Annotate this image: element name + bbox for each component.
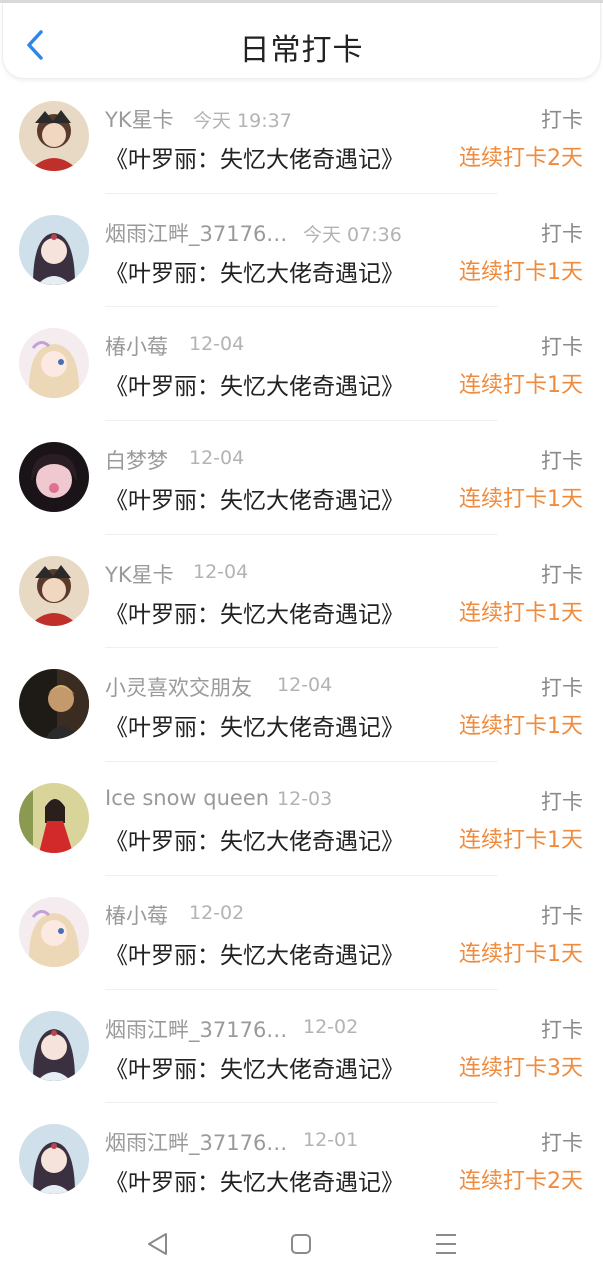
streak-count: 连续打卡1天: [459, 941, 583, 967]
streak-count: 连续打卡1天: [459, 487, 583, 513]
timestamp: 今天 07:36: [303, 223, 402, 246]
list-item[interactable]: Ice snow queen 12-03 打卡 《叶罗丽：失忆大佬奇遇记》 连续…: [0, 762, 603, 876]
checkin-label: 打卡: [541, 1017, 583, 1042]
timestamp: 12-03: [277, 788, 333, 811]
timestamp: 12-04: [189, 333, 245, 356]
checkin-list: YK星卡 今天 19:37 打卡 《叶罗丽：失忆大佬奇遇记》 连续打卡2天 烟雨…: [0, 80, 603, 1217]
user-name[interactable]: Ice snow queen: [105, 786, 269, 810]
book-title[interactable]: 《叶罗丽：失忆大佬奇遇记》: [105, 1050, 404, 1084]
list-item[interactable]: 烟雨江畔_37176… 12-02 打卡 《叶罗丽：失忆大佬奇遇记》 连续打卡3…: [0, 990, 603, 1104]
user-name[interactable]: YK星卡: [105, 104, 174, 134]
avatar[interactable]: [19, 101, 89, 171]
checkin-label: 打卡: [541, 335, 583, 360]
streak-count: 连续打卡1天: [459, 600, 583, 626]
streak-count: 连续打卡2天: [459, 1169, 583, 1195]
app-header: 日常打卡: [2, 3, 601, 79]
book-title[interactable]: 《叶罗丽：失忆大佬奇遇记》: [105, 481, 404, 515]
streak-count: 连续打卡3天: [459, 1055, 583, 1081]
avatar[interactable]: [19, 555, 89, 626]
checkin-label: 打卡: [541, 449, 583, 474]
checkin-label: 打卡: [541, 903, 583, 928]
streak-count: 连续打卡2天: [459, 146, 583, 171]
book-title[interactable]: 《叶罗丽：失忆大佬奇遇记》: [105, 367, 404, 401]
list-item[interactable]: YK星卡 今天 19:37 打卡 《叶罗丽：失忆大佬奇遇记》 连续打卡2天: [0, 80, 603, 194]
list-item[interactable]: 烟雨江畔_37176… 12-01 打卡 《叶罗丽：失忆大佬奇遇记》 连续打卡2…: [0, 1103, 603, 1217]
streak-count: 连续打卡1天: [459, 259, 583, 285]
user-name[interactable]: 小灵喜欢交朋友: [105, 672, 252, 702]
list-item[interactable]: 白梦梦 12-04 打卡 《叶罗丽：失忆大佬奇遇记》 连续打卡1天: [0, 421, 603, 535]
triangle-back-icon: [148, 1233, 167, 1255]
user-name[interactable]: YK星卡: [105, 559, 174, 589]
square-home-icon: [291, 1234, 311, 1254]
nav-menu-button[interactable]: [426, 1228, 466, 1260]
book-title[interactable]: 《叶罗丽：失忆大佬奇遇记》: [105, 140, 404, 174]
avatar[interactable]: [19, 669, 89, 740]
list-item[interactable]: 椿小莓 12-04 打卡 《叶罗丽：失忆大佬奇遇记》 连续打卡1天: [0, 307, 603, 422]
avatar[interactable]: [19, 442, 89, 513]
user-name[interactable]: 白梦梦: [105, 445, 168, 475]
book-title[interactable]: 《叶罗丽：失忆大佬奇遇记》: [105, 595, 404, 629]
timestamp: 今天 19:37: [193, 110, 292, 132]
list-item[interactable]: 小灵喜欢交朋友 12-04 打卡 《叶罗丽：失忆大佬奇遇记》 连续打卡1天: [0, 648, 603, 763]
user-name[interactable]: 烟雨江畔_37176…: [105, 218, 287, 248]
checkin-label: 打卡: [541, 1131, 583, 1156]
user-name[interactable]: 椿小莓: [105, 331, 168, 361]
avatar[interactable]: [19, 1010, 89, 1081]
checkin-label: 打卡: [541, 562, 583, 587]
avatar[interactable]: [19, 1124, 89, 1195]
timestamp: 12-01: [303, 1129, 359, 1152]
page-title: 日常打卡: [239, 33, 364, 68]
timestamp: 12-02: [303, 1015, 359, 1038]
streak-count: 连续打卡1天: [459, 828, 583, 854]
nav-back-button[interactable]: [138, 1228, 178, 1260]
user-name[interactable]: 烟雨江畔_37176…: [105, 1014, 287, 1044]
timestamp: 12-04: [277, 674, 333, 697]
avatar[interactable]: [19, 214, 89, 285]
checkin-label: 打卡: [541, 676, 583, 701]
checkin-label: 打卡: [541, 108, 583, 132]
list-item[interactable]: 烟雨江畔_37176… 今天 07:36 打卡 《叶罗丽：失忆大佬奇遇记》 连续…: [0, 194, 603, 308]
book-title[interactable]: 《叶罗丽：失忆大佬奇遇记》: [105, 822, 404, 856]
avatar[interactable]: [19, 328, 89, 399]
timestamp: 12-04: [193, 560, 249, 583]
book-title[interactable]: 《叶罗丽：失忆大佬奇遇记》: [105, 1163, 404, 1197]
avatar[interactable]: [19, 783, 89, 854]
checkin-label: 打卡: [541, 221, 583, 246]
timestamp: 12-04: [189, 447, 245, 470]
streak-count: 连续打卡1天: [459, 714, 583, 740]
list-item[interactable]: YK星卡 12-04 打卡 《叶罗丽：失忆大佬奇遇记》 连续打卡1天: [0, 535, 603, 649]
user-name[interactable]: 椿小莓: [105, 900, 168, 930]
hamburger-menu-icon: [436, 1234, 456, 1254]
user-name[interactable]: 烟雨江畔_37176…: [105, 1127, 287, 1157]
book-title[interactable]: 《叶罗丽：失忆大佬奇遇记》: [105, 708, 404, 742]
nav-home-button[interactable]: [281, 1228, 321, 1260]
timestamp: 12-02: [189, 901, 245, 924]
streak-count: 连续打卡1天: [459, 373, 583, 399]
checkin-label: 打卡: [541, 790, 583, 815]
list-item[interactable]: 椿小莓 12-02 打卡 《叶罗丽：失忆大佬奇遇记》 连续打卡1天: [0, 876, 603, 990]
book-title[interactable]: 《叶罗丽：失忆大佬奇遇记》: [105, 936, 404, 970]
avatar[interactable]: [19, 896, 89, 967]
book-title[interactable]: 《叶罗丽：失忆大佬奇遇记》: [105, 254, 404, 288]
system-nav-bar: [0, 1208, 603, 1280]
